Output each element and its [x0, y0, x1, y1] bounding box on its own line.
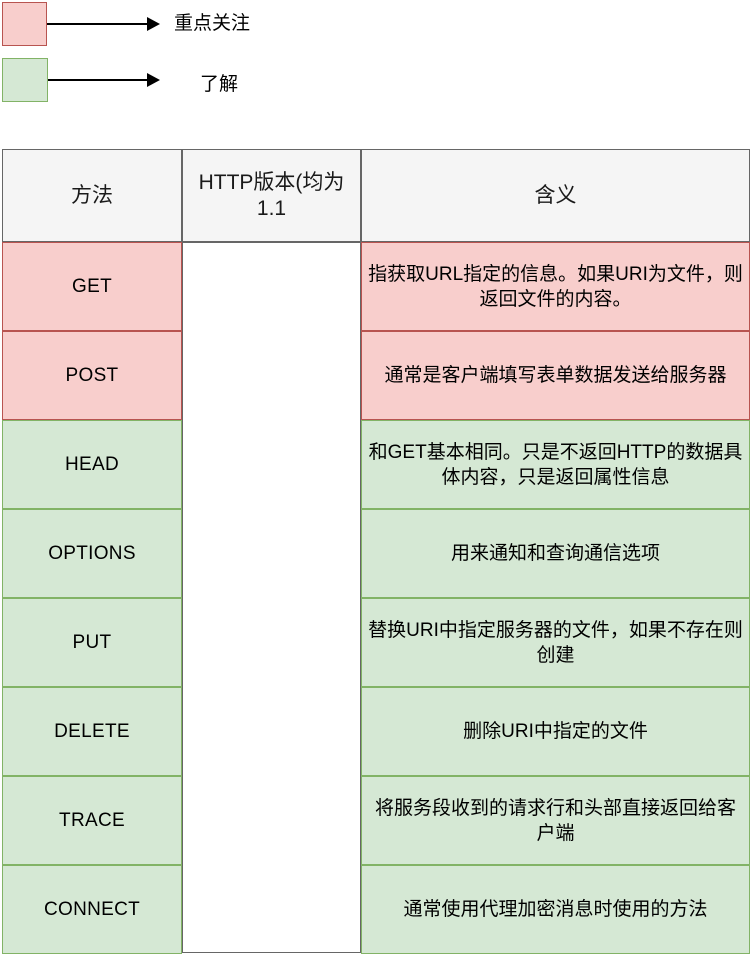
legend-arrow-line-green [48, 79, 148, 81]
legend-arrow-line-red [47, 23, 148, 25]
table-cell-meaning: 替换URI中指定服务器的文件，如果不存在则创建 [361, 598, 750, 687]
method-meaning: 通常是客户端填写表单数据发送给服务器 [384, 365, 727, 386]
method-name: TRACE [59, 810, 125, 831]
table-row: POST [2, 331, 182, 420]
method-name: PUT [72, 632, 112, 653]
table-row: GET [2, 242, 182, 331]
table-cell-meaning: 指获取URL指定的信息。如果URI为文件，则返回文件的内容。 [361, 242, 750, 331]
table-row: HEAD [2, 420, 182, 509]
table-row: CONNECT [2, 865, 182, 954]
method-name: POST [65, 365, 119, 386]
method-name: OPTIONS [48, 543, 136, 564]
legend-swatch-red [2, 2, 47, 46]
method-name: CONNECT [43, 899, 141, 920]
method-meaning: 将服务段收到的请求行和头部直接返回给客户端 [374, 797, 736, 844]
method-meaning: 用来通知和查询通信选项 [450, 543, 660, 564]
table-row: DELETE [2, 687, 182, 776]
legend-swatch-green [2, 58, 48, 102]
method-meaning: 通常使用代理加密消息时使用的方法 [403, 899, 708, 920]
table-header-version: HTTP版本(均为1.1 [182, 149, 361, 242]
table-cell-meaning: 通常是客户端填写表单数据发送给服务器 [361, 331, 750, 420]
table-header-method: 方法 [2, 149, 182, 242]
method-name: DELETE [54, 721, 130, 742]
method-name: GET [72, 276, 112, 297]
method-meaning: 删除URI中指定的文件 [463, 721, 648, 742]
arrow-right-icon [147, 73, 160, 87]
method-meaning: 替换URI中指定服务器的文件，如果不存在则创建 [368, 619, 743, 666]
table-row: PUT [2, 598, 182, 687]
method-meaning: 和GET基本相同。只是不返回HTTP的数据具体内容，只是返回属性信息 [368, 441, 743, 488]
table-row: OPTIONS [2, 509, 182, 598]
table-header-version-label: HTTP版本(均为1.1 [198, 170, 345, 220]
http-methods-table: 方法 HTTP版本(均为1.1 含义 GET 指获取URL指定的信息。如果URI… [2, 149, 750, 959]
table-cell-meaning: 和GET基本相同。只是不返回HTTP的数据具体内容，只是返回属性信息 [361, 420, 750, 509]
arrow-right-icon [147, 17, 160, 31]
method-meaning: 指获取URL指定的信息。如果URI为文件，则返回文件的内容。 [368, 263, 743, 310]
legend-label-red: 重点关注 [174, 13, 251, 34]
method-name: HEAD [65, 454, 119, 475]
table-header-method-label: 方法 [71, 183, 113, 207]
table-cell-meaning: 删除URI中指定的文件 [361, 687, 750, 776]
table-cell-meaning: 通常使用代理加密消息时使用的方法 [361, 865, 750, 954]
table-cell-meaning: 用来通知和查询通信选项 [361, 509, 750, 598]
table-cell-version-merged [182, 242, 361, 953]
legend-label-green: 了解 [200, 74, 239, 95]
table-row: TRACE [2, 776, 182, 865]
table-header-meaning-label: 含义 [534, 183, 577, 207]
table-header-meaning: 含义 [361, 149, 750, 242]
table-cell-meaning: 将服务段收到的请求行和头部直接返回给客户端 [361, 776, 750, 865]
